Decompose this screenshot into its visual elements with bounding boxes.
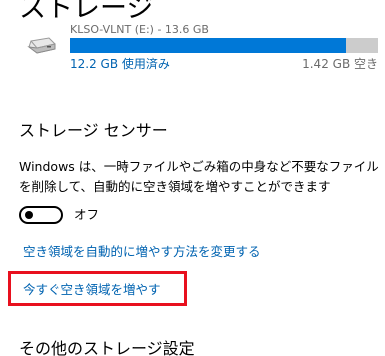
drive-usage-fill xyxy=(70,38,346,53)
drive-usage-bar xyxy=(70,38,378,53)
toggle-knob xyxy=(25,211,33,219)
change-free-space-method-link[interactable]: 空き領域を自動的に増やす方法を変更する xyxy=(23,243,261,261)
storage-sense-heading: ストレージ センサー xyxy=(19,121,168,140)
storage-sense-toggle-label: オフ xyxy=(74,207,100,222)
storage-sense-description: Windows は、一時ファイルやごみ箱の中身など不要なファイルを削除して、自動… xyxy=(19,159,379,194)
drive-used-label[interactable]: 12.2 GB 使用済み xyxy=(70,56,170,72)
drive-free-label: 1.42 GB 空き xyxy=(302,57,378,71)
storage-settings-page: ストレージ KLSO-VLNT (E:) - 13.6 GB 12.2 GB 使… xyxy=(0,0,385,356)
drive-icon xyxy=(27,37,56,54)
drive-name: KLSO-VLNT (E:) - 13.6 GB xyxy=(70,23,209,36)
free-up-space-now-link[interactable]: 今すぐ空き領域を増やす xyxy=(23,281,161,299)
storage-sense-toggle[interactable] xyxy=(19,206,63,224)
other-storage-settings-heading: その他のストレージ設定 xyxy=(19,339,195,356)
